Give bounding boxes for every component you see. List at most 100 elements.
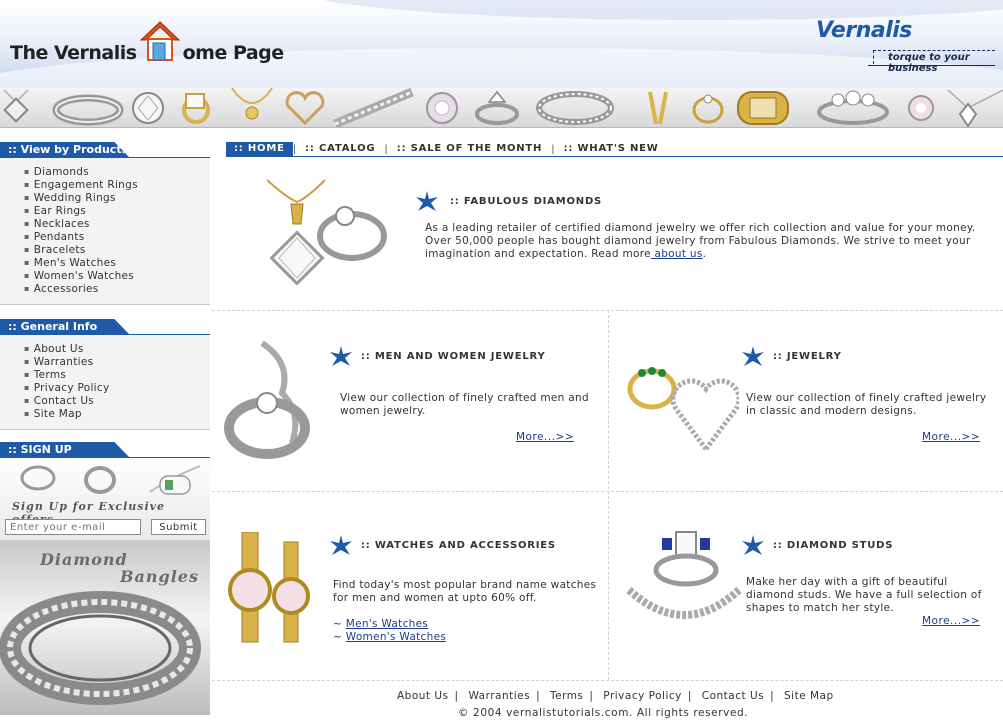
general-info-list: About Us Warranties Terms Privacy Policy…: [0, 335, 210, 430]
men-women-more-link[interactable]: More...>>: [516, 431, 574, 443]
sidebar-item-contact-us[interactable]: Contact Us: [24, 395, 210, 408]
footer-separator: |: [536, 690, 541, 702]
gold-cluster-ring-image: [737, 91, 789, 125]
heart-ring-image: [627, 367, 739, 454]
jewelry-panel: :: JEWELRY View our collection of finely…: [609, 311, 1003, 491]
watches-panel: :: WATCHES AND ACCESSORIES Find today's …: [212, 492, 608, 680]
footer-separator: |: [589, 690, 594, 702]
footer-link-warranties[interactable]: Warranties: [468, 690, 530, 702]
jewelry-more-link[interactable]: More...>>: [922, 431, 980, 443]
sidebar-item-ear-rings[interactable]: Ear Rings: [24, 205, 210, 218]
signup-box: Sign Up for Exclusive offers Submit: [0, 458, 210, 544]
sidebar: :: View by Products Diamonds Engagement …: [0, 128, 210, 725]
general-info-heading-label: :: General Info: [0, 319, 130, 335]
featured-body-end: .: [702, 248, 707, 260]
womens-watches-row: ~ Women's Watches: [333, 631, 446, 644]
submit-button[interactable]: Submit: [151, 519, 206, 535]
jewelry-body: View our collection of finely crafted je…: [746, 392, 987, 417]
products-heading: :: View by Products: [0, 142, 210, 158]
general-info-heading: :: General Info: [0, 319, 210, 335]
sidebar-item-womens-watches[interactable]: Women's Watches: [24, 270, 210, 283]
heart-pendant-image: [285, 91, 325, 126]
footer-link-contact-us[interactable]: Contact Us: [702, 690, 764, 702]
nav-whats-new[interactable]: :: WHAT'S NEW: [555, 142, 668, 156]
diamond-studs-body: Make her day with a gift of beautiful di…: [746, 576, 982, 614]
round-stone-image: [426, 92, 458, 124]
heading-rule: [0, 334, 210, 335]
bracelet-image: [333, 88, 414, 127]
heading-rule: [0, 157, 210, 158]
sidebar-item-privacy-policy[interactable]: Privacy Policy: [24, 382, 210, 395]
nav-rule: [226, 156, 1003, 157]
footer-link-privacy-policy[interactable]: Privacy Policy: [603, 690, 682, 702]
sidebar-item-terms[interactable]: Terms: [24, 369, 210, 382]
main-content: :: HOME | :: CATALOG | :: SALE OF THE MO…: [212, 128, 1003, 725]
mens-watches-row: ~ Men's Watches: [333, 618, 428, 631]
sidebar-item-accessories[interactable]: Accessories: [24, 283, 210, 296]
featured-panel: :: FABULOUS DIAMONDS As a leading retail…: [212, 158, 1003, 310]
twisted-ring-image: [692, 94, 724, 124]
gold-necklace-image: [231, 88, 273, 120]
products-heading-label: :: View by Products: [0, 142, 130, 158]
men-women-panel: :: MEN AND WOMEN JEWELRY View our collec…: [212, 311, 608, 491]
house-icon: [139, 20, 181, 62]
brand-tagline: torque to your business: [888, 52, 970, 74]
band-ring-image: [52, 94, 124, 126]
footer-separator: |: [454, 690, 459, 702]
site-title-suffix: ome Page: [182, 42, 285, 64]
link-prefix: ~: [333, 631, 343, 643]
diamond-bangles-banner[interactable]: Diamond Bangles: [0, 540, 210, 715]
pink-stone-image: [908, 95, 934, 121]
nav-sale-of-the-month[interactable]: :: SALE OF THE MONTH: [388, 142, 551, 156]
sidebar-item-warranties[interactable]: Warranties: [24, 356, 210, 369]
sidebar-item-engagement-rings[interactable]: Engagement Rings: [24, 179, 210, 192]
bangle-ring-image: [0, 591, 201, 705]
about-us-link[interactable]: about us: [651, 248, 703, 260]
diamond-studs-title: :: DIAMOND STUDS: [773, 540, 894, 551]
nav-catalog[interactable]: :: CATALOG: [296, 142, 384, 156]
nav-home[interactable]: :: HOME: [226, 142, 293, 156]
sidebar-item-necklaces[interactable]: Necklaces: [24, 218, 210, 231]
star-bullet-icon: [742, 346, 764, 366]
star-bullet-icon: [416, 191, 438, 211]
brand-logo[interactable]: Vernalis: [816, 18, 912, 43]
jewelry-banner-strip: [0, 88, 1003, 128]
three-stone-ring-image: [817, 90, 889, 125]
footer-separator: |: [687, 690, 692, 702]
signup-heading: :: SIGN UP: [0, 442, 210, 458]
footer-link-about-us[interactable]: About Us: [397, 690, 449, 702]
footer-link-terms[interactable]: Terms: [550, 690, 583, 702]
diamond-studs-more-link[interactable]: More...>>: [922, 615, 980, 627]
sidebar-item-diamonds[interactable]: Diamonds: [24, 166, 210, 179]
footer-links: About Us | Warranties | Terms | Privacy Pol…: [397, 690, 834, 702]
drop-pendant-image: [947, 89, 1003, 127]
signup-jewelry-image: [20, 465, 201, 495]
star-bullet-icon: [742, 535, 764, 555]
eternity-band-image: [536, 91, 614, 125]
sidebar-item-about-us[interactable]: About Us: [24, 343, 210, 356]
sidebar-item-pendants[interactable]: Pendants: [24, 231, 210, 244]
men-ring-image: [224, 340, 310, 459]
featured-title: :: FABULOUS DIAMONDS: [450, 196, 603, 207]
womens-watches-link[interactable]: Women's Watches: [346, 631, 446, 643]
sidebar-item-wedding-rings[interactable]: Wedding Rings: [24, 192, 210, 205]
sidebar-item-bracelets[interactable]: Bracelets: [24, 244, 210, 257]
sidebar-item-mens-watches[interactable]: Men's Watches: [24, 257, 210, 270]
email-field[interactable]: [5, 519, 141, 535]
top-nav: :: HOME | :: CATALOG | :: SALE OF THE MO…: [226, 142, 668, 156]
footer-separator: |: [770, 690, 775, 702]
men-women-title: :: MEN AND WOMEN JEWELRY: [361, 351, 546, 362]
gold-earrings-image: [648, 91, 668, 125]
featured-body: As a leading retailer of certified diamo…: [425, 222, 985, 261]
link-prefix: ~: [333, 618, 343, 630]
section-divider: [212, 680, 1003, 681]
diamond-image: [132, 92, 164, 124]
sidebar-item-site-map[interactable]: Site Map: [24, 408, 210, 421]
site-title-prefix: The Vernalis: [10, 42, 137, 64]
footer-link-site-map[interactable]: Site Map: [784, 690, 834, 702]
site-title[interactable]: The Vernalis ome Page: [10, 20, 285, 64]
site-header: The Vernalis ome Page Vernalis torque to…: [0, 0, 1003, 88]
gold-ring-image: [182, 93, 210, 124]
star-bullet-icon: [330, 346, 352, 366]
mens-watches-link[interactable]: Men's Watches: [346, 618, 428, 630]
